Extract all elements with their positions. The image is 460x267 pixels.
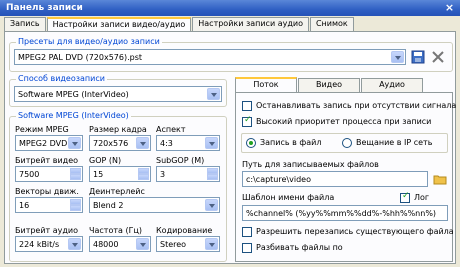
subgop-value: 3	[160, 170, 166, 179]
deinterlace-label: Деинтерлейс	[89, 187, 145, 196]
path-input[interactable]: c:\capture\video	[242, 171, 428, 187]
mpeg-mode-select[interactable]: MPEG2 DVD	[15, 135, 83, 151]
motion-vectors-label: Векторы движ.	[15, 187, 79, 196]
gop-stepper[interactable]: 15	[89, 166, 151, 182]
log-label: Лог	[414, 193, 430, 202]
deinterlace-select[interactable]: Blend 2	[89, 197, 220, 213]
video-bitrate-value: 7500	[19, 170, 40, 179]
high-priority-label: Высокий приоритет процесса при записи	[256, 117, 432, 126]
frame-size-select[interactable]: 720x576	[89, 135, 151, 151]
split-label: Разбивать файлы по	[256, 243, 343, 252]
motion-vectors-value: 16	[19, 201, 30, 210]
window-titlebar: Панель записи ×	[0, 0, 460, 16]
gop-label: GOP (N)	[89, 156, 122, 165]
tab-record[interactable]: Запись	[4, 17, 46, 31]
to-ip-radio[interactable]	[342, 138, 352, 148]
template-input[interactable]: %channel% (%yy%%mm%%dd%-%hh%%nn%)	[242, 205, 448, 221]
save-icon[interactable]	[411, 50, 425, 64]
frequency-value: 48000	[93, 240, 119, 249]
tab-stream[interactable]: Поток	[235, 77, 297, 93]
mpeg-legend: Software MPEG (InterVideo)	[16, 111, 131, 120]
close-icon[interactable]: ×	[443, 2, 456, 14]
overwrite-label: Разрешить перезапись существующего файла	[256, 227, 454, 236]
subgop-stepper[interactable]: 3	[156, 166, 220, 182]
stepper-down-icon[interactable]	[138, 174, 149, 180]
aspect-label: Аспект	[156, 125, 186, 134]
frame-size-value: 720x576	[93, 139, 129, 148]
chevron-down-icon	[68, 137, 81, 149]
chevron-down-icon	[68, 238, 81, 250]
folder-icon[interactable]	[433, 172, 447, 186]
chevron-down-icon	[205, 137, 218, 149]
chevron-down-icon	[136, 137, 149, 149]
to-file-radio[interactable]	[246, 138, 256, 148]
mpeg-mode-label: Режим MPEG	[15, 125, 69, 134]
video-bitrate-stepper[interactable]: 7500	[15, 166, 83, 182]
high-priority-checkbox[interactable]	[242, 115, 252, 127]
audio-bitrate-select[interactable]: 224 kBit/s	[15, 236, 83, 252]
stepper-down-icon[interactable]	[207, 174, 218, 180]
window-title: Панель записи	[6, 3, 83, 13]
chevron-down-icon	[205, 199, 218, 211]
delete-icon[interactable]	[431, 50, 445, 64]
capture-method-select[interactable]: Software MPEG (InterVideo)	[14, 86, 222, 102]
stepper-down-icon[interactable]	[70, 174, 81, 180]
aspect-value: 4:3	[160, 139, 173, 148]
frequency-label: Частота (Гц)	[89, 226, 143, 235]
audio-bitrate-label: Битрейт аудио	[15, 226, 79, 235]
deinterlace-value: Blend 2	[93, 201, 124, 210]
split-checkbox[interactable]	[242, 243, 252, 253]
frame-size-label: Размер кадра	[89, 125, 147, 134]
capture-method-legend: Способ видеозаписи	[16, 74, 107, 83]
coding-select[interactable]: Stereo	[156, 236, 220, 252]
log-checkbox[interactable]	[400, 191, 410, 203]
chevron-down-icon	[207, 88, 220, 100]
tab-video[interactable]: Видео	[298, 78, 360, 92]
presets-legend: Пресеты для видео/аудио записи	[16, 37, 162, 46]
chevron-down-icon	[391, 51, 404, 63]
coding-label: Кодирование	[156, 226, 213, 235]
stepper-down-icon[interactable]	[70, 205, 81, 211]
tab-video-audio-settings[interactable]: Настройки записи видео/аудио	[46, 17, 192, 32]
stream-panel: Останавливать запись при отсутствии сигн…	[235, 92, 457, 262]
motion-vectors-stepper[interactable]: 16	[15, 197, 83, 213]
to-file-label: Запись в файл	[260, 138, 322, 147]
tab-audio-settings[interactable]: Настройки записи аудио	[192, 17, 309, 31]
preset-value: MPEG2 PAL DVD (720x576).pst	[18, 53, 143, 62]
path-value: c:\capture\video	[246, 175, 311, 184]
template-value: %channel% (%yy%%mm%%dd%-%hh%%nn%)	[246, 209, 437, 218]
mpeg-mode-value: MPEG2 DVD	[19, 139, 68, 148]
coding-value: Stereo	[160, 240, 187, 249]
aspect-select[interactable]: 4:3	[156, 135, 220, 151]
main-tabbar: Запись Настройки записи видео/аудио Наст…	[4, 17, 355, 32]
stop-no-signal-label: Останавливать запись при отсутствии сигн…	[256, 101, 457, 110]
template-label: Шаблон имени файла	[242, 193, 335, 202]
chevron-down-icon	[205, 238, 218, 250]
gop-value: 15	[93, 170, 104, 179]
tab-snapshot[interactable]: Снимок	[309, 17, 354, 31]
capture-method-value: Software MPEG (InterVideo)	[18, 90, 129, 99]
tab-audio[interactable]: Аудио	[361, 78, 423, 92]
audio-bitrate-value: 224 kBit/s	[19, 240, 60, 249]
frequency-select[interactable]: 48000	[89, 236, 151, 252]
stop-no-signal-checkbox[interactable]	[242, 101, 252, 111]
video-bitrate-label: Битрейт видео	[15, 156, 79, 165]
subgop-label: SubGOP (M)	[156, 156, 205, 165]
chevron-down-icon	[136, 238, 149, 250]
to-ip-label: Вещание в IP сеть	[356, 138, 433, 147]
path-label: Путь для записываемых файлов	[242, 160, 379, 169]
preset-select[interactable]: MPEG2 PAL DVD (720x576).pst	[14, 49, 406, 65]
settings-panel: Пресеты для видео/аудио записи MPEG2 PAL…	[4, 31, 456, 264]
overwrite-checkbox[interactable]	[242, 227, 252, 237]
